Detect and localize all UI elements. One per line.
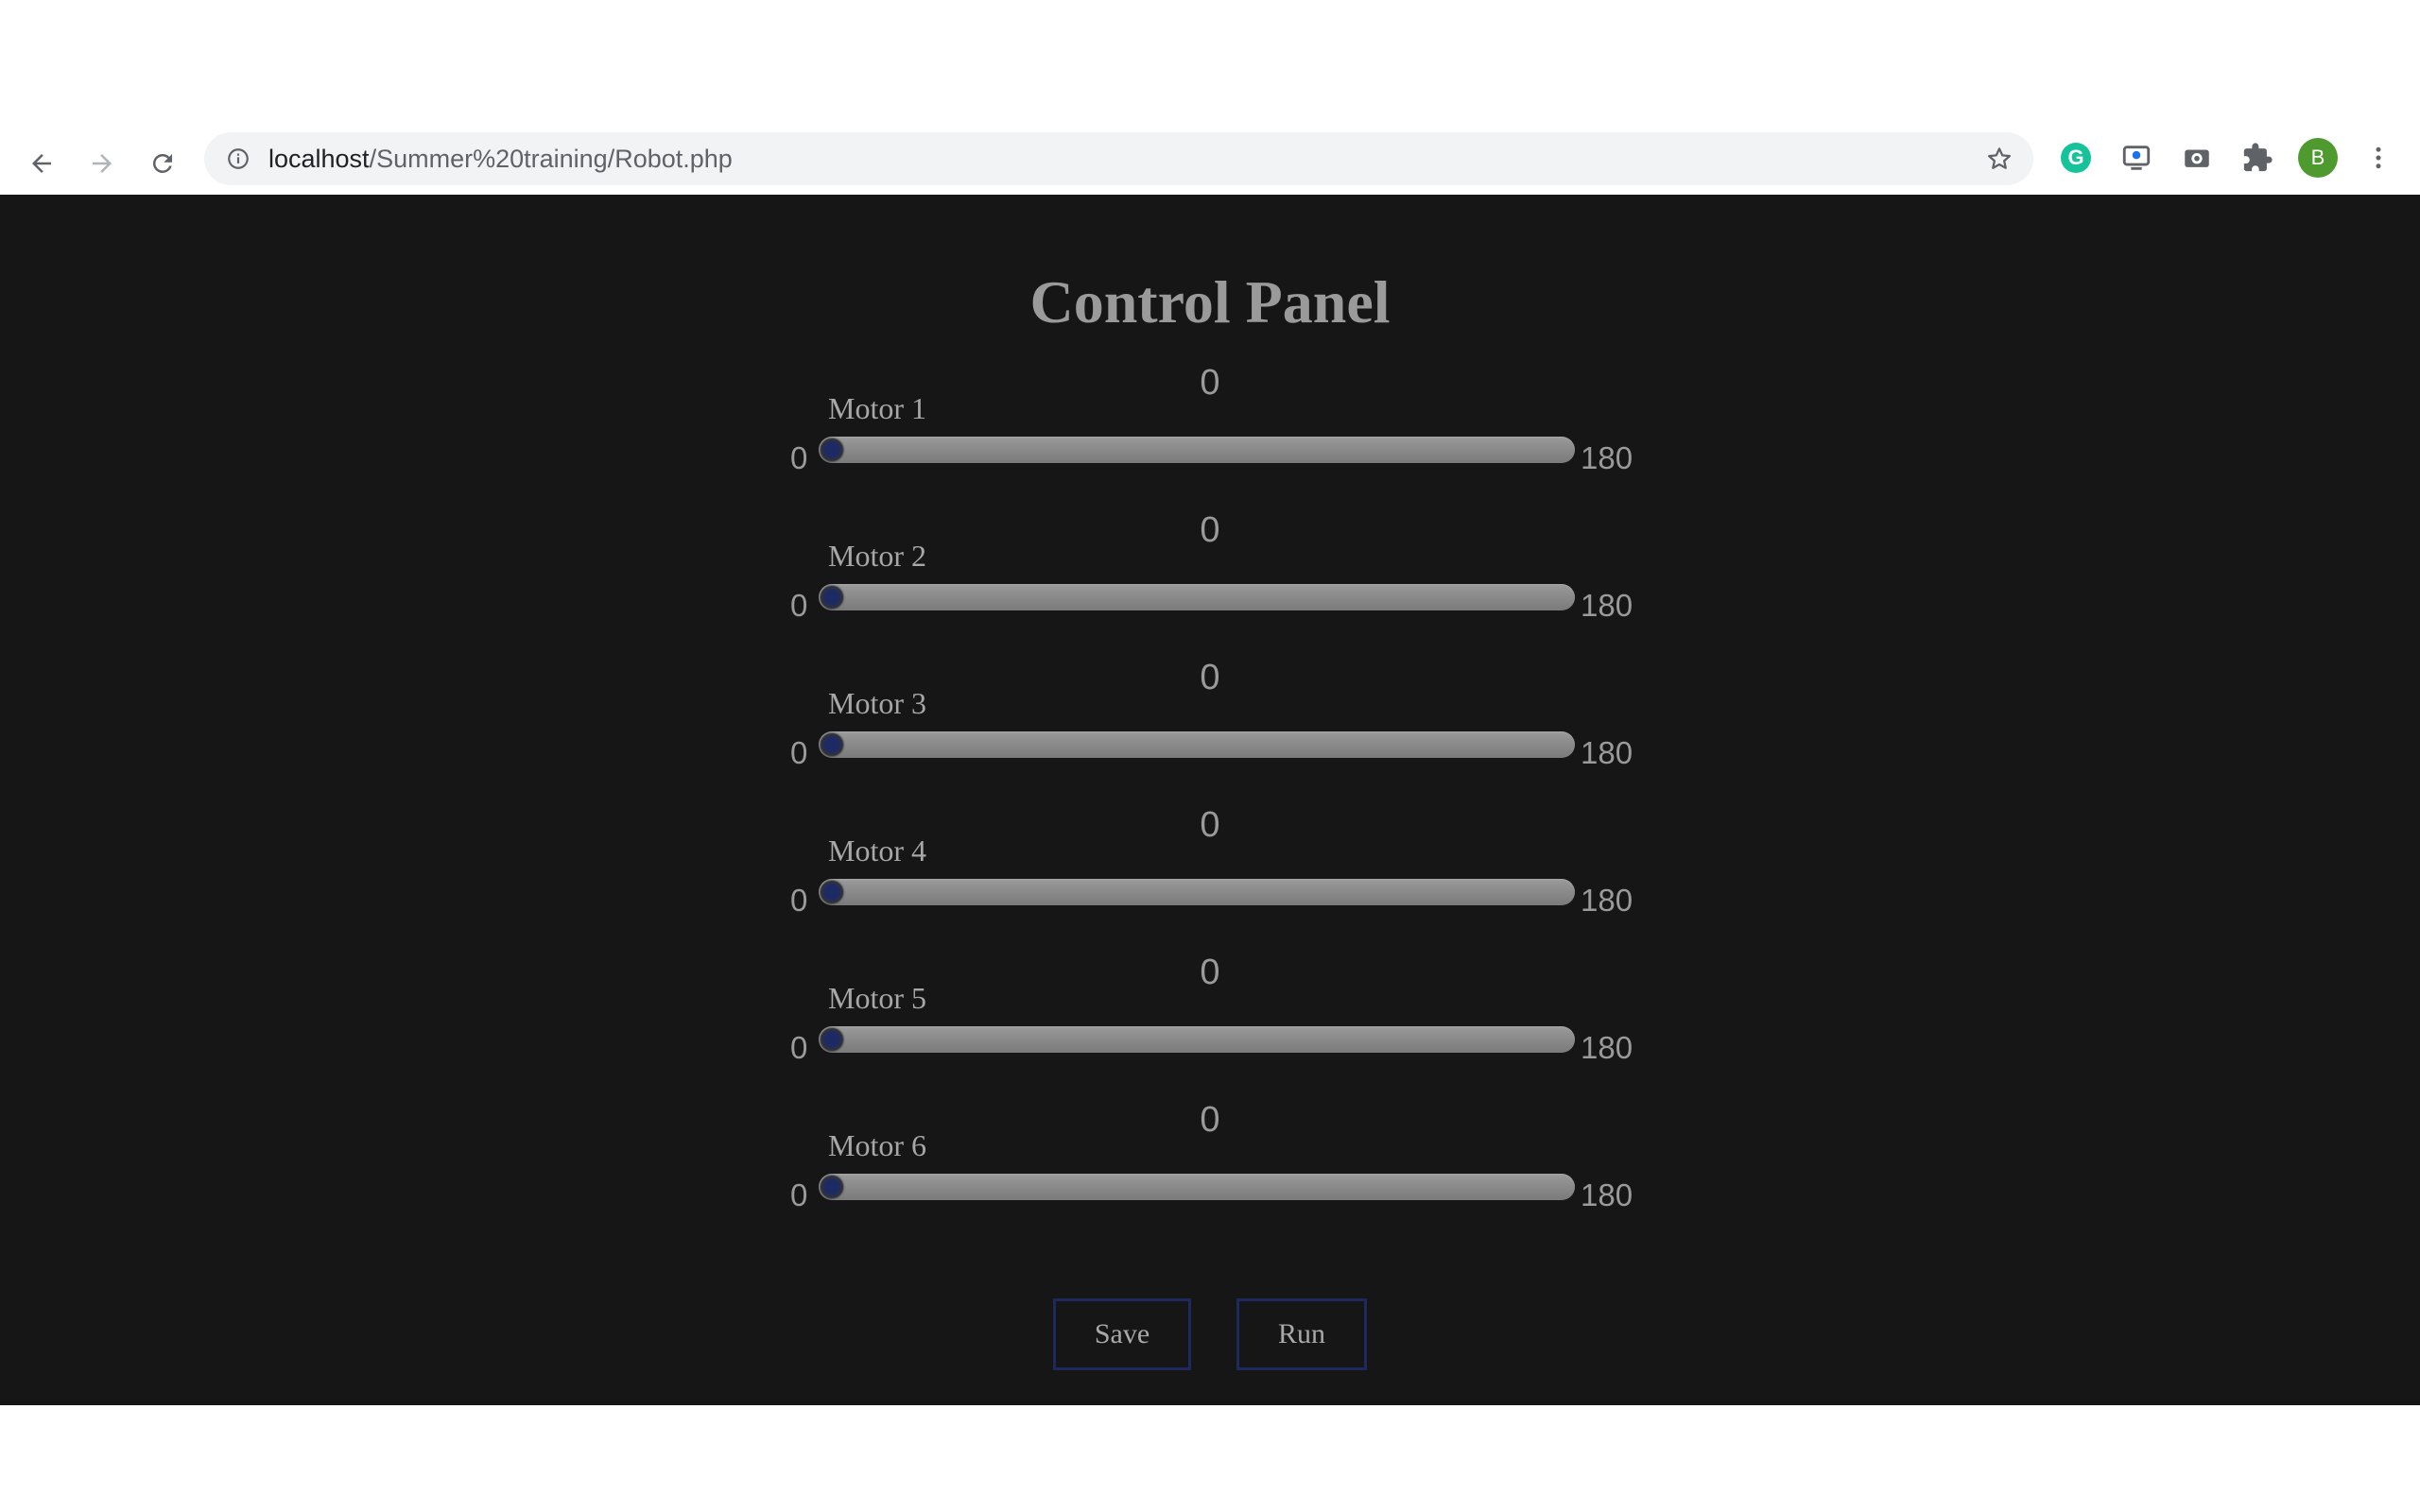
motor-1-label: Motor 1 [828,391,926,425]
avatar: B [2298,138,2338,178]
motor-3-control: 0 Motor 3 0 180 [775,658,1645,790]
motor-5-min-label: 0 [790,1030,808,1065]
motor-2-max-label: 180 [1581,588,1634,623]
motor-6-max-label: 180 [1581,1177,1634,1212]
motor-3-max-label: 180 [1581,735,1634,770]
motor-2-control: 0 Motor 2 0 180 [775,510,1645,643]
window-top-area [0,0,2420,129]
run-button[interactable]: Run [1236,1298,1367,1370]
motor-2-slider-track[interactable] [819,584,1575,610]
motor-2-slider-thumb[interactable] [821,586,843,609]
motor-4-slider-track[interactable] [819,879,1575,905]
motor-3-min-label: 0 [790,735,808,770]
motor-1-max-label: 180 [1581,440,1634,475]
grammarly-extension-icon: G [2061,143,2091,173]
url-text[interactable]: localhost/Summer%20training/Robot.php [268,146,733,172]
motor-4-control: 0 Motor 4 0 180 [775,805,1645,937]
motor-4-max-label: 180 [1581,883,1634,918]
motor-5-slider-thumb[interactable] [821,1028,843,1051]
more-vertical-icon [2376,146,2381,169]
back-button[interactable] [21,143,62,184]
motor-5-control: 0 Motor 5 0 180 [775,953,1645,1085]
grammarly-extension-button[interactable]: G [2055,137,2097,179]
motor-3-slider-thumb[interactable] [821,733,843,756]
screen-capture-extension-button[interactable] [2116,137,2157,179]
motor-6-min-label: 0 [790,1177,808,1212]
motor-1-control: 0 Motor 1 0 180 [775,363,1645,495]
motor-5-max-label: 180 [1581,1030,1634,1065]
motor-4-min-label: 0 [790,883,808,918]
page-title: Control Panel [1029,268,1391,335]
motor-1-slider-thumb[interactable] [821,438,843,461]
motor-2-min-label: 0 [790,588,808,623]
motor-5-slider-track[interactable] [819,1026,1575,1053]
puzzle-icon [2243,143,2273,172]
info-icon[interactable] [223,144,253,174]
screen-capture-extension-icon [2122,146,2151,170]
save-button[interactable]: Save [1053,1298,1191,1370]
camera-extension-button[interactable] [2176,137,2218,179]
motor-6-control: 0 Motor 6 0 180 [775,1100,1645,1232]
motor-1-slider-track[interactable] [819,437,1575,463]
motor-4-slider-thumb[interactable] [821,881,843,903]
arrow-left-icon [32,154,51,173]
motor-6-slider-thumb[interactable] [821,1176,843,1198]
page-content: Control Panel 0 Motor 1 0 180 0 Motor 2 … [0,195,2420,1405]
motor-2-label: Motor 2 [828,539,926,573]
reload-icon [152,153,172,173]
motor-6-label: Motor 6 [828,1128,926,1162]
motor-5-label: Motor 5 [828,981,926,1015]
camera-extension-icon [2185,149,2209,167]
arrow-right-icon [93,154,112,173]
motor-3-label: Motor 3 [828,686,926,720]
bookmark-star-icon[interactable] [1982,142,2016,176]
motor-3-slider-track[interactable] [819,731,1575,758]
profile-button[interactable]: B [2297,137,2339,179]
browser-menu-button[interactable] [2358,137,2399,179]
forward-button[interactable] [81,143,123,184]
motor-1-min-label: 0 [790,440,808,475]
motor-6-slider-track[interactable] [819,1174,1575,1200]
url-path: /Summer%20training/Robot.php [369,145,733,173]
url-host: localhost [268,145,370,173]
reload-button[interactable] [142,143,183,184]
address-bar[interactable]: localhost/Summer%20training/Robot.php [204,132,2033,185]
motor-4-label: Motor 4 [828,833,926,868]
window-bottom-area [0,1405,2420,1512]
extensions-button[interactable] [2237,137,2278,179]
